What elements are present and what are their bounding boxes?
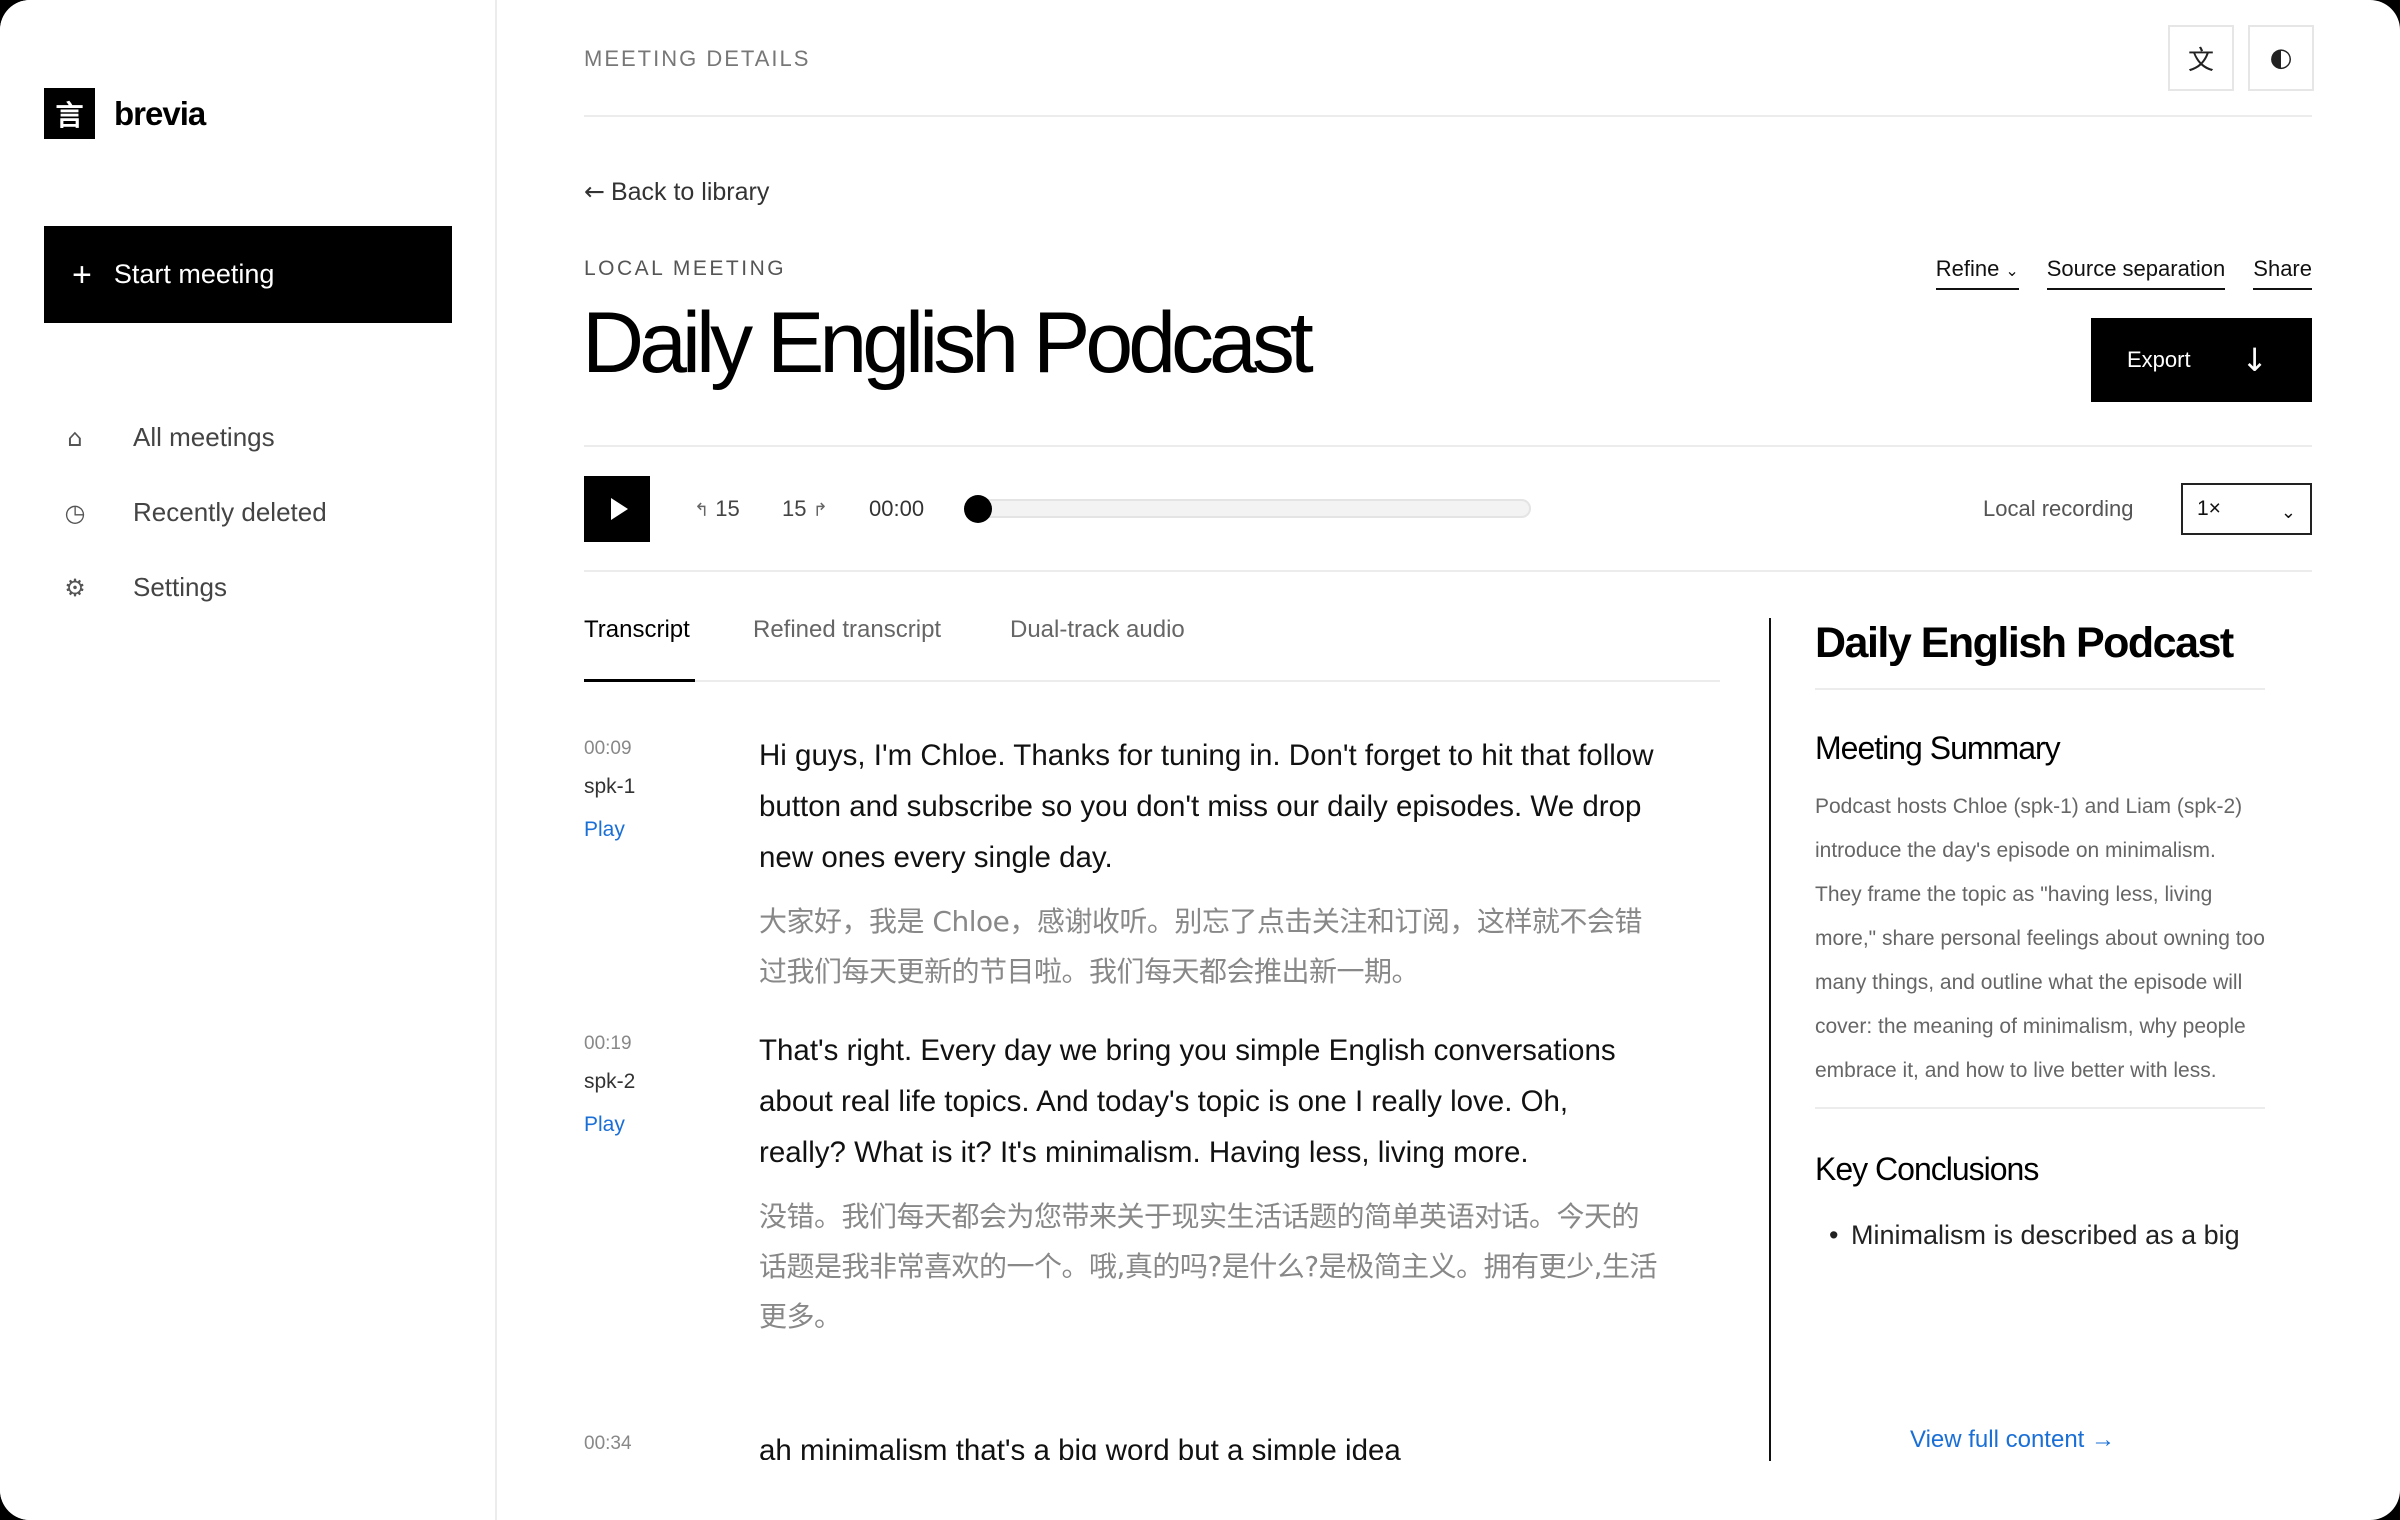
sidebar-item-settings[interactable]: ⚙ Settings [0, 550, 497, 625]
page-breadcrumb: MEETING DETAILS [584, 46, 811, 71]
source-separation-link[interactable]: Source separation [2046, 256, 2226, 290]
transcript-segment: 00:19 spk-2 Play That's right. Every day… [584, 1025, 1720, 1425]
rewind-icon: ↰ [694, 500, 710, 521]
segment-text-english: That's right. Every day we bring you sim… [759, 1034, 1616, 1169]
divider [1815, 688, 2265, 690]
meeting-summary-text: Podcast hosts Chloe (spk-1) and Liam (sp… [1815, 795, 2265, 1082]
chevron-down-icon: ⌄ [2280, 501, 2296, 523]
sidebar-item-all-meetings[interactable]: ⌂ All meetings [0, 400, 497, 475]
gear-icon: ⚙ [64, 573, 86, 602]
home-icon: ⌂ [67, 423, 83, 452]
key-conclusion-text: Minimalism is described as a big [1851, 1220, 2240, 1250]
page-title: Daily English Podcast [582, 295, 1314, 391]
start-meeting-button[interactable]: + Start meeting [44, 226, 452, 323]
language-icon: 文 [2187, 45, 2214, 76]
meeting-actions: Refine ⌄ Source separation Share [1935, 256, 2312, 290]
contrast-icon: ◐ [2269, 43, 2293, 73]
tab-refined-transcript[interactable]: Refined transcript [753, 616, 941, 682]
transcript-tabs: Transcript Refined transcript Dual-track… [584, 616, 1720, 682]
refine-label: Refine [1935, 256, 2000, 281]
language-button[interactable]: 文 [2168, 25, 2234, 91]
key-conclusion-item: • Minimalism is described as a big [1829, 1220, 2240, 1250]
export-button[interactable]: Export ↓ [2091, 318, 2312, 402]
export-label: Export [2127, 347, 2191, 372]
segment-timestamp: 00:34 [584, 1433, 632, 1454]
theme-toggle-button[interactable]: ◐ [2248, 25, 2314, 91]
arrow-left-icon: ← [584, 177, 605, 206]
back-label: Back to library [610, 178, 770, 206]
segment-text-chinese: 大家好，我是 Chloe，感谢收听。别忘了点击关注和订阅，这样就不会错过我们每天… [759, 905, 1642, 988]
brand-logo-icon: 言 [44, 88, 95, 139]
clock-icon: ◷ [64, 498, 86, 527]
main-content: MEETING DETAILS 文 ◐ ← Back to library LOC… [582, 0, 2314, 1520]
play-icon [611, 498, 628, 520]
chevron-down-icon: ⌄ [2005, 263, 2019, 280]
segment-timestamp: 00:19 [584, 1033, 632, 1054]
skip-back-button[interactable]: ↰ 15 [694, 496, 740, 522]
summary-title: Daily English Podcast [1815, 619, 2234, 667]
forward-icon: ↱ [812, 500, 828, 521]
key-conclusions-heading: Key Conclusions [1815, 1151, 2039, 1187]
download-arrow-icon: ↓ [2241, 341, 2268, 379]
tab-dual-track-audio[interactable]: Dual-track audio [1010, 616, 1185, 682]
plus-icon: + [72, 255, 92, 294]
speed-value: 1× [2197, 497, 2221, 520]
sidebar-item-recently-deleted[interactable]: ◷ Recently deleted [0, 475, 497, 550]
transcript-segment: 00:09 spk-1 Play Hi guys, I'm Chloe. Tha… [584, 730, 1720, 1025]
sidebar-item-label: Recently deleted [133, 497, 327, 527]
summary-content: Daily English Podcast Meeting Summary Po… [1815, 618, 2265, 1251]
sidebar-item-label: Settings [133, 572, 227, 602]
playback-speed-select[interactable]: 1× ⌄ [2181, 483, 2312, 535]
brand-name: brevia [114, 94, 206, 132]
recording-source-label: Local recording [1983, 496, 2134, 521]
skip-forward-button[interactable]: 15 ↱ [782, 496, 828, 522]
skip-back-seconds: 15 [715, 496, 740, 521]
view-full-content-link[interactable]: View full content → [1910, 1426, 2115, 1454]
app-window: 言 brevia + Start meeting ⌂ All meetings … [0, 0, 2400, 1520]
segment-speaker: spk-2 [584, 1070, 636, 1093]
segment-text-english: Hi guys, I'm Chloe. Thanks for tuning in… [759, 739, 1654, 874]
sidebar-nav: ⌂ All meetings ◷ Recently deleted ⚙ Sett… [0, 400, 497, 625]
segment-speaker: spk-1 [584, 775, 636, 798]
topbar: MEETING DETAILS 文 ◐ [584, 0, 2314, 117]
transcript-segment: 00:34 ah minimalism that's a big word bu… [584, 1425, 1720, 1460]
segment-play-link[interactable]: Play [584, 818, 625, 842]
summary-panel: Daily English Podcast Meeting Summary Po… [1769, 618, 2312, 1461]
meeting-kind-label: LOCAL MEETING [584, 257, 787, 280]
segment-timestamp: 00:09 [584, 738, 632, 759]
sidebar-item-label: All meetings [133, 422, 275, 452]
progress-handle[interactable] [964, 495, 992, 523]
back-to-library-link[interactable]: ← Back to library [584, 177, 769, 207]
tab-transcript[interactable]: Transcript [584, 616, 695, 682]
audio-player: ↰ 15 15 ↱ 00:00 Local recording 1× ⌄ [584, 476, 2312, 542]
segment-text-english: ah minimalism that's a big word but a si… [759, 1434, 1401, 1460]
brand[interactable]: 言 brevia [44, 88, 206, 139]
refine-dropdown[interactable]: Refine ⌄ [1935, 256, 2019, 290]
divider [1815, 1107, 2265, 1109]
segment-play-link[interactable]: Play [584, 1113, 625, 1137]
play-button[interactable] [584, 476, 650, 542]
divider [584, 445, 2312, 447]
start-meeting-label: Start meeting [113, 259, 275, 289]
sidebar: 言 brevia + Start meeting ⌂ All meetings … [0, 0, 497, 1520]
segment-text-chinese: 没错。我们每天都会为您带来关于现实生活话题的简单英语对话。今天的话题是我非常喜欢… [759, 1200, 1658, 1333]
skip-forward-seconds: 15 [782, 496, 807, 521]
progress-track[interactable] [978, 499, 1531, 518]
transcript-list: 00:09 spk-1 Play Hi guys, I'm Chloe. Tha… [584, 730, 1720, 1460]
current-time: 00:00 [869, 496, 925, 521]
meeting-summary-heading: Meeting Summary [1815, 730, 2061, 766]
divider [584, 570, 2312, 572]
share-link[interactable]: Share [2253, 256, 2312, 290]
